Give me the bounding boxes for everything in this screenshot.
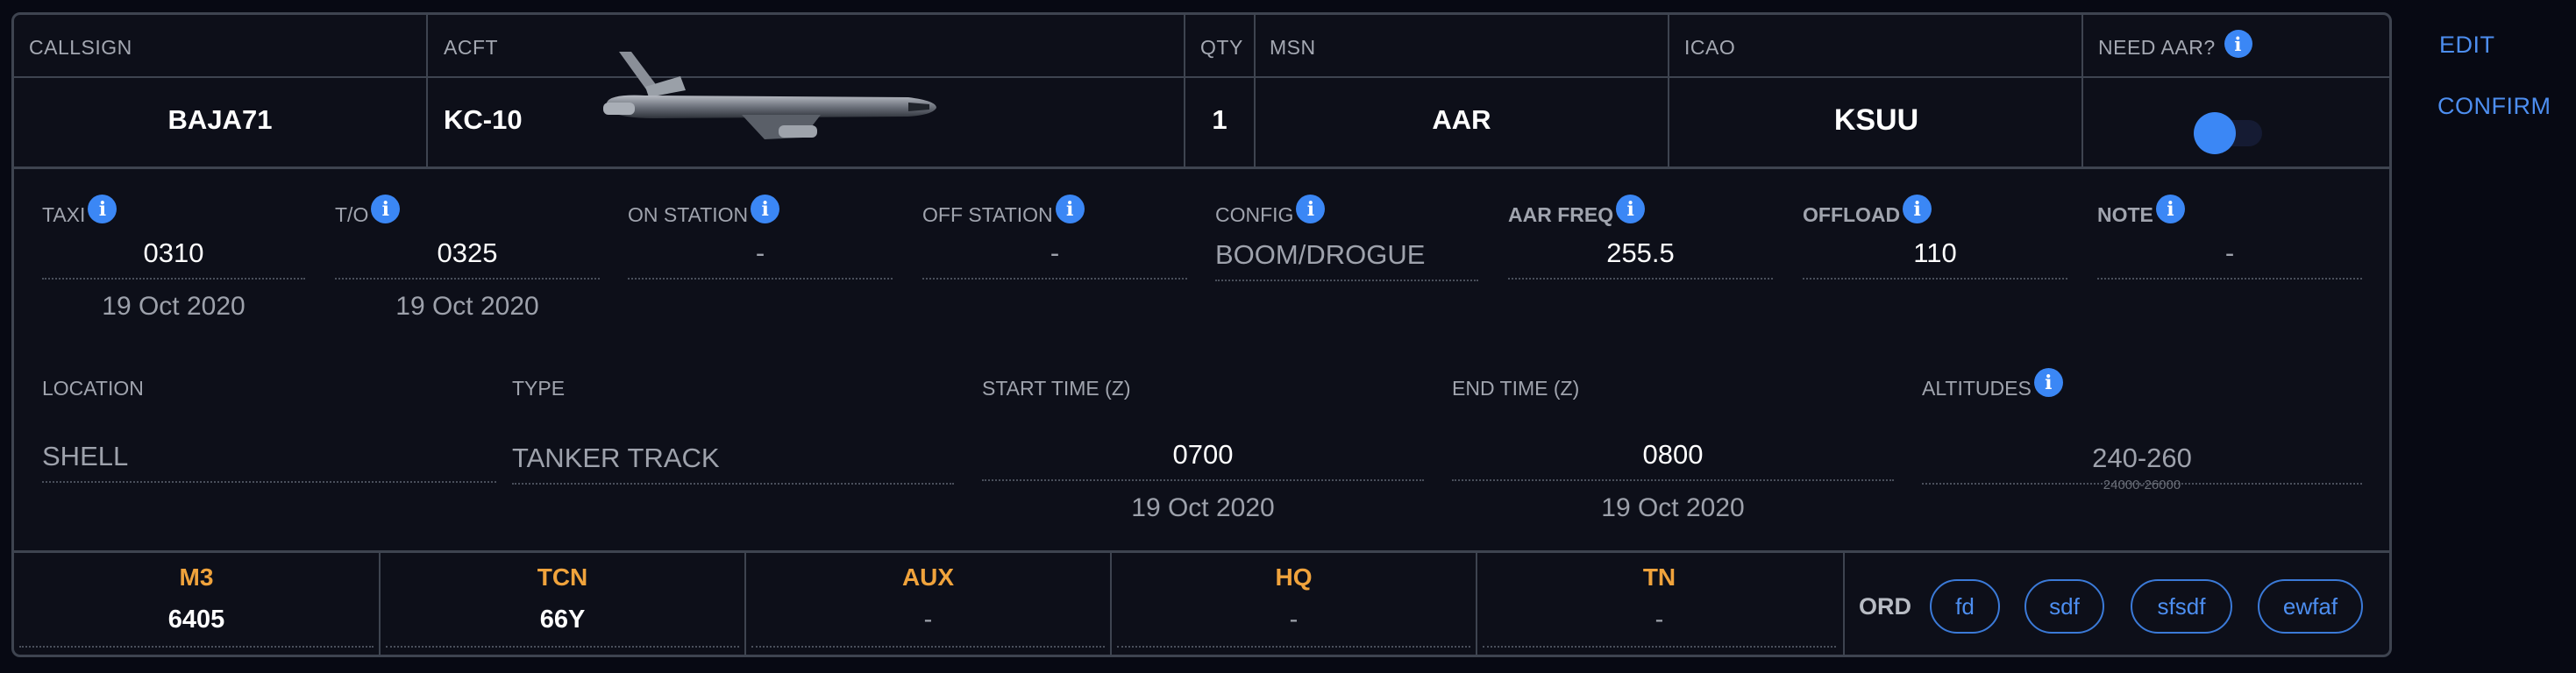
callsign-label: CALLSIGN — [29, 36, 132, 59]
bottom-cell-tn: TN - — [1477, 553, 1841, 649]
start-time-label: START TIME (Z) — [982, 377, 1131, 400]
location-label: LOCATION — [42, 377, 144, 400]
aux-value[interactable]: - — [746, 606, 1110, 634]
field-underline — [1117, 646, 1470, 648]
tn-label: TN — [1642, 563, 1676, 591]
field-underline — [386, 646, 739, 648]
altitudes-sub: 24000-26000 — [2103, 478, 2181, 492]
info-icon[interactable]: i — [1055, 195, 1085, 223]
config-field[interactable]: BOOM/DROGUE — [1215, 230, 1478, 281]
info-icon[interactable]: i — [2033, 368, 2063, 397]
aux-label: AUX — [901, 563, 955, 591]
m3-label: M3 — [179, 563, 214, 591]
acft-label: ACFT — [444, 36, 499, 59]
start-time-date: 19 Oct 2020 — [1131, 493, 1275, 522]
edit-button[interactable]: EDIT — [2439, 32, 2495, 59]
note-field[interactable]: - — [2097, 229, 2362, 280]
type-label: TYPE — [512, 377, 566, 400]
hq-value[interactable]: - — [1112, 606, 1476, 634]
need-aar-label: NEED AAR? i — [2098, 30, 2252, 64]
field-underline — [751, 646, 1105, 648]
divider — [744, 553, 746, 655]
offload-field[interactable]: 110 — [1803, 229, 2067, 280]
divider — [379, 553, 381, 655]
start-time-field[interactable]: 0700 — [982, 430, 1424, 481]
location-field[interactable]: SHELL — [42, 432, 496, 483]
acft-value: KC-10 — [444, 104, 523, 135]
config-label: CONFIG i — [1215, 195, 1326, 232]
ord-pill[interactable]: ewfaf — [2258, 579, 2363, 634]
ord-pill[interactable]: fd — [1930, 579, 2000, 634]
hq-label: HQ — [1275, 563, 1313, 591]
divider — [1843, 553, 1845, 655]
icao-label: ICAO — [1684, 36, 1736, 59]
info-icon[interactable]: i — [1296, 195, 1326, 223]
msn-value: AAR — [1432, 104, 1491, 135]
icao-value: KSUU — [1833, 103, 1919, 137]
kc10-aircraft-image — [603, 52, 936, 139]
divider — [1668, 15, 1669, 166]
bottom-row: M3 6405 TCN 66Y AUX - HQ - TN - ORD fd s… — [14, 550, 2389, 655]
taxi-field[interactable]: 0310 — [42, 229, 305, 280]
m3-value[interactable]: 6405 — [14, 606, 379, 634]
field-underline — [19, 646, 374, 648]
bottom-cell-m3: M3 6405 — [14, 553, 379, 649]
bottom-cell-tcn: TCN 66Y — [381, 553, 744, 649]
toggle-knob — [2194, 112, 2236, 154]
bottom-cell-aux: AUX - — [746, 553, 1110, 649]
qty-label: QTY — [1200, 36, 1243, 59]
on-station-field[interactable]: - — [628, 229, 893, 280]
divider — [1254, 15, 1256, 166]
info-icon[interactable]: i — [1903, 195, 1932, 223]
altitudes-label: ALTITUDES i — [1922, 368, 2063, 406]
taxi-date: 19 Oct 2020 — [102, 292, 246, 321]
end-time-date: 19 Oct 2020 — [1601, 493, 1745, 522]
type-field[interactable]: TANKER TRACK — [512, 434, 954, 485]
callsign-value: BAJA71 — [167, 104, 273, 135]
off-station-field[interactable]: - — [922, 229, 1187, 280]
divider — [1184, 15, 1185, 166]
ord-label: ORD — [1859, 593, 1911, 620]
info-icon[interactable]: i — [2155, 195, 2185, 223]
bottom-cell-hq: HQ - — [1112, 553, 1476, 649]
qty-value: 1 — [1212, 104, 1228, 135]
mission-card: CALLSIGN ACFT QTY MSN ICAO NEED AAR? i BA… — [11, 12, 2392, 657]
confirm-button[interactable]: CONFIRM — [2437, 93, 2551, 120]
header-values-row: BAJA71 KC-10 1 AAR KSUU — [14, 52, 2389, 169]
aar-freq-field[interactable]: 255.5 — [1508, 229, 1773, 280]
tcn-label: TCN — [537, 563, 588, 591]
takeoff-field[interactable]: 0325 — [335, 229, 600, 280]
divider — [2081, 15, 2083, 166]
end-time-label: END TIME (Z) — [1452, 377, 1580, 400]
info-icon[interactable]: i — [751, 195, 780, 223]
divider — [426, 15, 428, 166]
tn-value[interactable]: - — [1477, 606, 1841, 634]
info-icon[interactable]: i — [371, 195, 401, 223]
info-icon[interactable]: i — [88, 195, 117, 223]
header-row: CALLSIGN ACFT QTY MSN ICAO NEED AAR? i — [14, 15, 2389, 78]
info-icon[interactable]: i — [1616, 195, 1646, 223]
takeoff-date: 19 Oct 2020 — [395, 292, 539, 321]
divider — [1476, 553, 1477, 655]
field-underline — [1483, 646, 1836, 648]
info-icon[interactable]: i — [2224, 30, 2252, 58]
ord-pill[interactable]: sdf — [2025, 579, 2104, 634]
divider — [1110, 553, 1112, 655]
end-time-field[interactable]: 0800 — [1452, 430, 1894, 481]
msn-label: MSN — [1270, 36, 1316, 59]
ord-pill[interactable]: sfsdf — [2131, 579, 2232, 634]
tcn-value[interactable]: 66Y — [381, 606, 744, 634]
